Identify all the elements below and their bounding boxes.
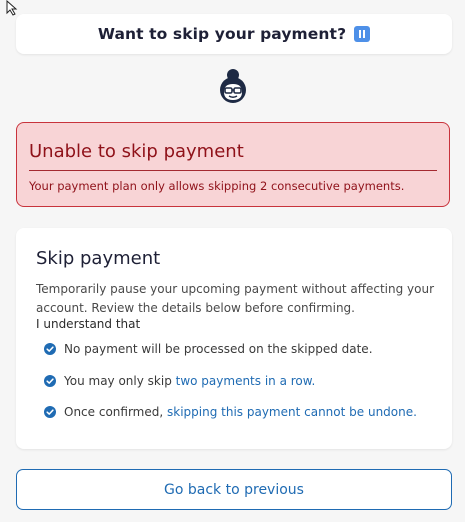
error-alert: Unable to skip payment Your payment plan… — [16, 122, 450, 207]
understand-label: I understand that — [36, 317, 141, 331]
point-highlight: skipping this payment cannot be undone. — [167, 405, 417, 419]
alert-title: Unable to skip payment — [29, 141, 244, 162]
header-card: Want to skip your payment? — [16, 14, 452, 54]
skip-payment-title: Skip payment — [36, 248, 161, 269]
point-text: No payment will be processed on the skip… — [64, 342, 373, 356]
list-item: No payment will be processed on the skip… — [44, 342, 373, 356]
check-circle-icon — [44, 375, 56, 387]
list-item: Once confirmed, skipping this payment ca… — [44, 405, 417, 419]
point-text: Once confirmed, — [64, 405, 167, 419]
go-back-button[interactable]: Go back to previous — [16, 469, 452, 510]
skip-payment-card: Skip payment Temporarily pause your upco… — [16, 228, 452, 449]
support-agent-avatar-icon — [216, 68, 250, 104]
point-highlight: two payments in a row. — [175, 374, 316, 388]
mouse-cursor-icon — [6, 0, 20, 16]
check-circle-icon — [44, 343, 56, 355]
alert-divider — [29, 170, 437, 171]
pause-icon — [354, 26, 371, 42]
skip-payment-description: Temporarily pause your upcoming payment … — [36, 282, 435, 315]
point-text: You may only skip — [64, 374, 176, 388]
check-circle-icon — [44, 406, 56, 418]
page-title: Want to skip your payment? — [97, 25, 347, 43]
list-item: You may only skip two payments in a row. — [44, 374, 315, 388]
alert-message: Your payment plan only allows skipping 2… — [29, 179, 405, 193]
